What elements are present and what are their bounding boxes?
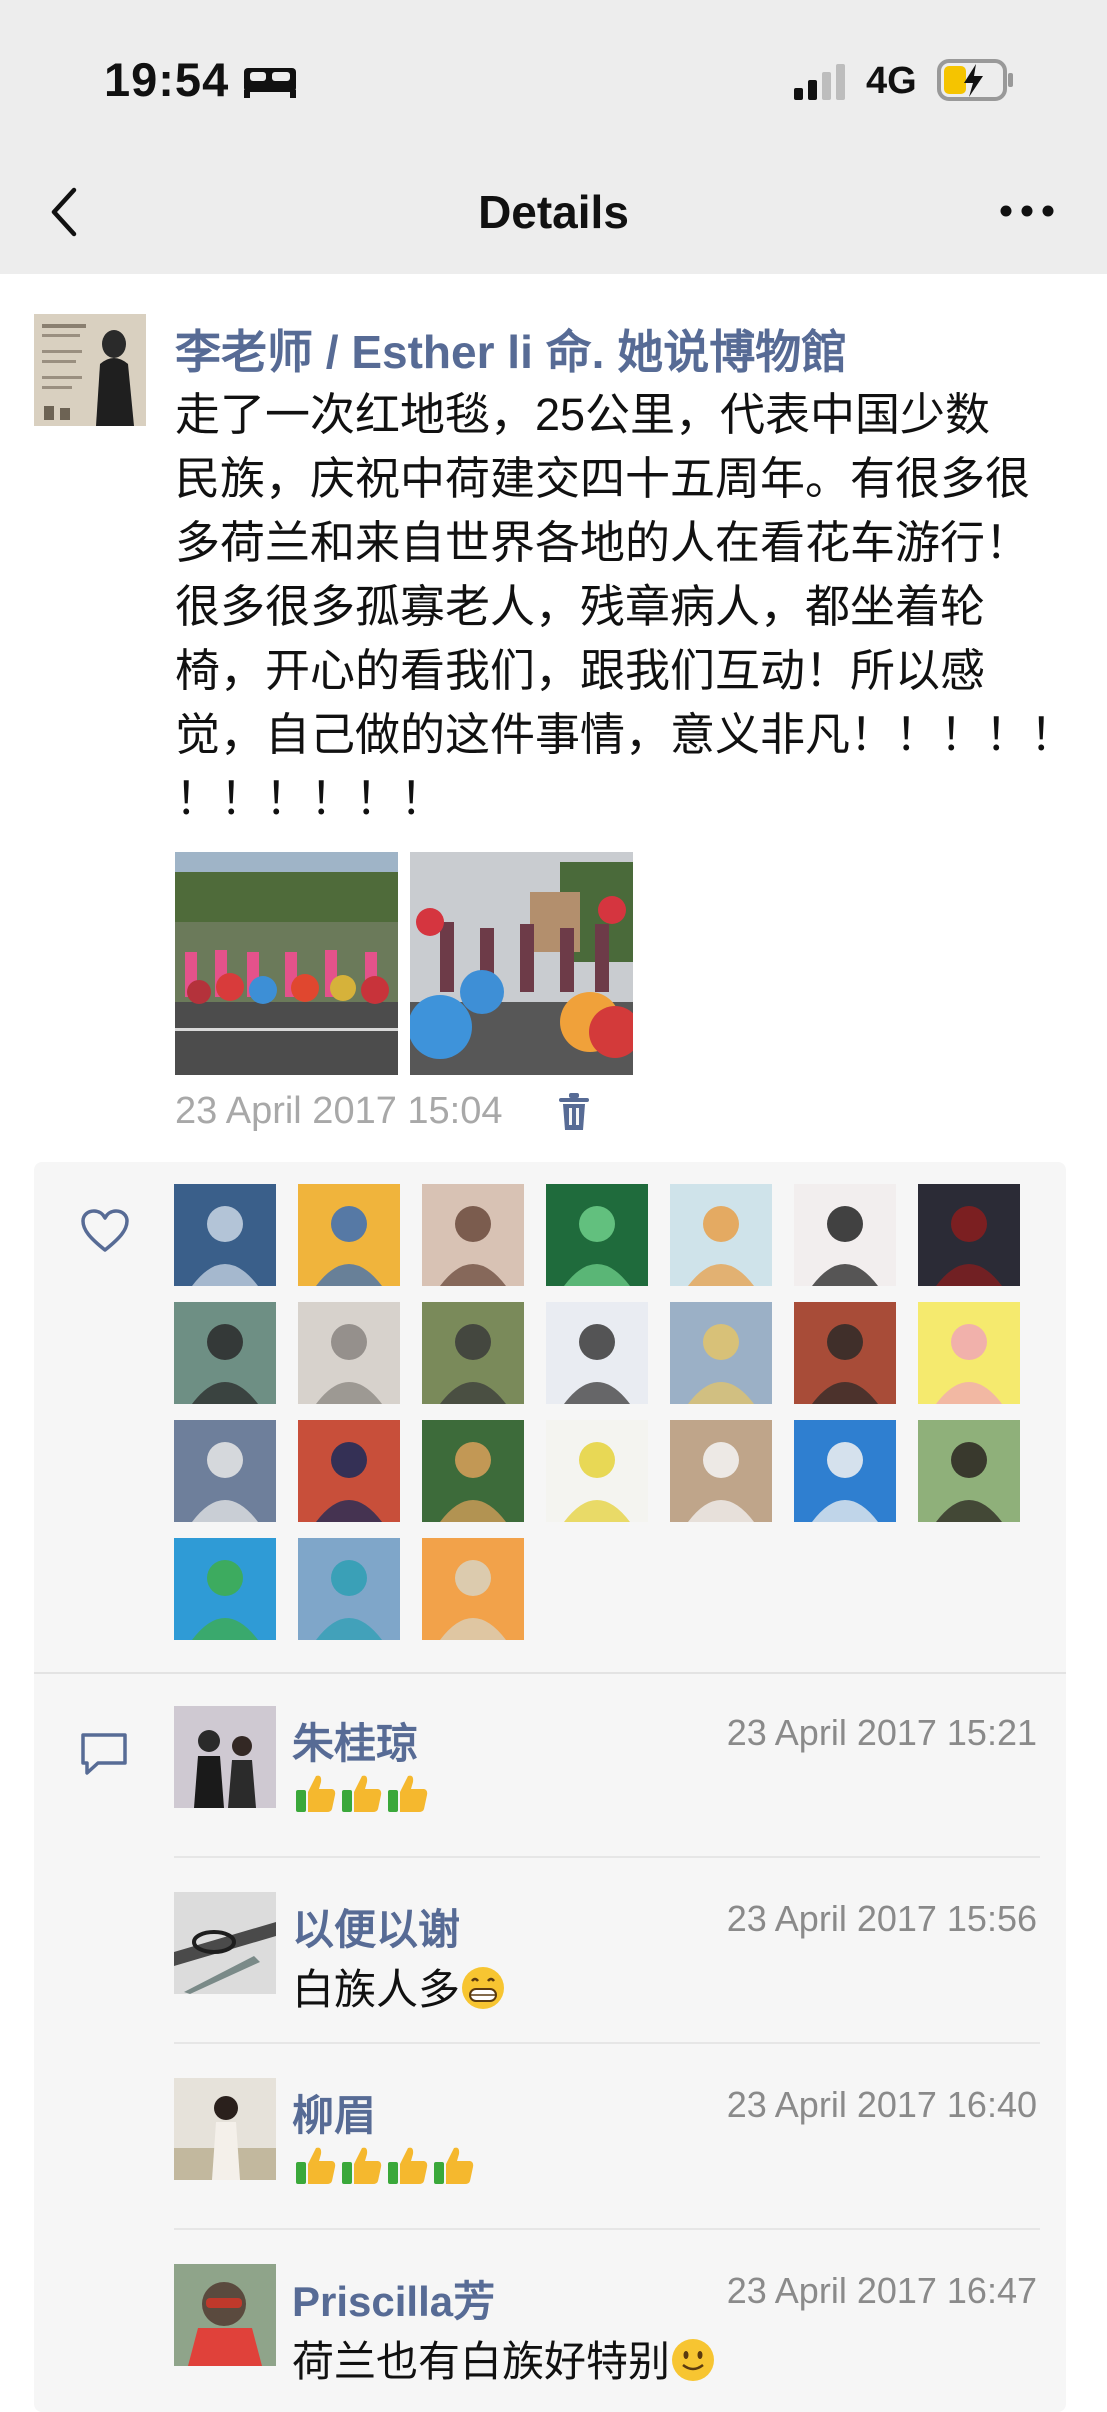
thumbs-up-icon [292,1770,338,1826]
liker-avatar[interactable] [918,1184,1020,1286]
delete-icon[interactable] [556,1092,592,1132]
liker-avatar[interactable] [422,1420,524,1522]
liker-avatar[interactable] [546,1184,648,1286]
thumbs-up-icon [384,2142,430,2198]
liker-avatar[interactable] [174,1420,276,1522]
comment-text-content: 白族人多 [292,1966,461,2013]
network-type: 4G [866,60,917,102]
comment-text-content: 荷兰也有白族好特别 [292,2338,671,2385]
comment-separator [174,1856,1040,1858]
liker-avatar[interactable] [546,1302,648,1404]
liker-avatar[interactable] [174,1538,276,1640]
liker-avatar[interactable] [298,1184,400,1286]
liker-avatar[interactable] [422,1184,524,1286]
post-timestamp: 23 April 2017 15:04 [175,1090,503,1132]
liker-avatar[interactable] [794,1184,896,1286]
more-icon[interactable] [998,198,1056,224]
liker-avatar[interactable] [298,1302,400,1404]
like-heart-icon [81,1209,129,1252]
comment-separator [174,2228,1040,2230]
cellular-signal-icon [794,64,845,100]
thumbs-up-icon [384,1770,430,1826]
liker-avatar[interactable] [422,1538,524,1640]
liker-avatar[interactable] [794,1302,896,1404]
comment-text [292,1770,430,1826]
commenter-name[interactable]: Priscilla芳 [292,2268,495,2329]
liker-avatar[interactable] [422,1302,524,1404]
commenter-name[interactable]: 柳眉 [292,2082,376,2143]
liker-avatar[interactable] [546,1420,648,1522]
grin-emoji-icon [460,1965,506,2021]
commenter-avatar[interactable] [174,2078,276,2180]
commenter-avatar[interactable] [174,1892,276,1994]
post-photo[interactable] [410,852,633,1075]
comment-text: 荷兰也有白族好特别 [292,2328,716,2393]
smile-emoji-icon [670,2337,716,2393]
comment-bubble-icon [81,1733,127,1775]
liker-avatar[interactable] [670,1420,772,1522]
liker-avatar[interactable] [670,1184,772,1286]
thumbs-up-icon [338,1770,384,1826]
post-photo[interactable] [175,852,398,1075]
commenter-name[interactable]: 朱桂琼 [292,1710,418,1771]
commenter-avatar[interactable] [174,1706,276,1808]
status-time: 19:54 [104,53,230,106]
comment-timestamp: 23 April 2017 16:40 [726,2084,1037,2125]
page-title: Details [478,186,629,238]
liker-avatar[interactable] [174,1302,276,1404]
thumbs-up-icon [292,2142,338,2198]
liker-avatar[interactable] [794,1420,896,1522]
likes-comments-divider [34,1672,1066,1674]
battery-charging-icon [937,59,1013,101]
author-avatar[interactable] [34,314,146,426]
liker-avatar[interactable] [670,1302,772,1404]
post-text: 走了一次红地毯，25公里，代表中国少数 民族，庆祝中荷建交四十五周年。有很多很 … [175,389,1076,824]
comment-text [292,2142,476,2198]
sleep-mode-icon [244,68,296,98]
post-author-name[interactable]: 李老师 / Esther li 命. 她说博物館 [175,316,847,382]
liker-avatar[interactable] [918,1302,1020,1404]
comment-timestamp: 23 April 2017 15:21 [726,1712,1037,1753]
comment-timestamp: 23 April 2017 15:56 [726,1898,1037,1939]
liker-avatar[interactable] [298,1420,400,1522]
comment-timestamp: 23 April 2017 16:47 [726,2270,1037,2311]
comment-text: 白族人多 [292,1956,506,2021]
liker-avatar[interactable] [918,1420,1020,1522]
commenter-name[interactable]: 以便以谢 [292,1896,460,1957]
thumbs-up-icon [338,2142,384,2198]
thumbs-up-icon [430,2142,476,2198]
commenter-avatar[interactable] [174,2264,276,2366]
comment-separator [174,2042,1040,2044]
liker-avatar[interactable] [298,1538,400,1640]
liker-avatar[interactable] [174,1184,276,1286]
